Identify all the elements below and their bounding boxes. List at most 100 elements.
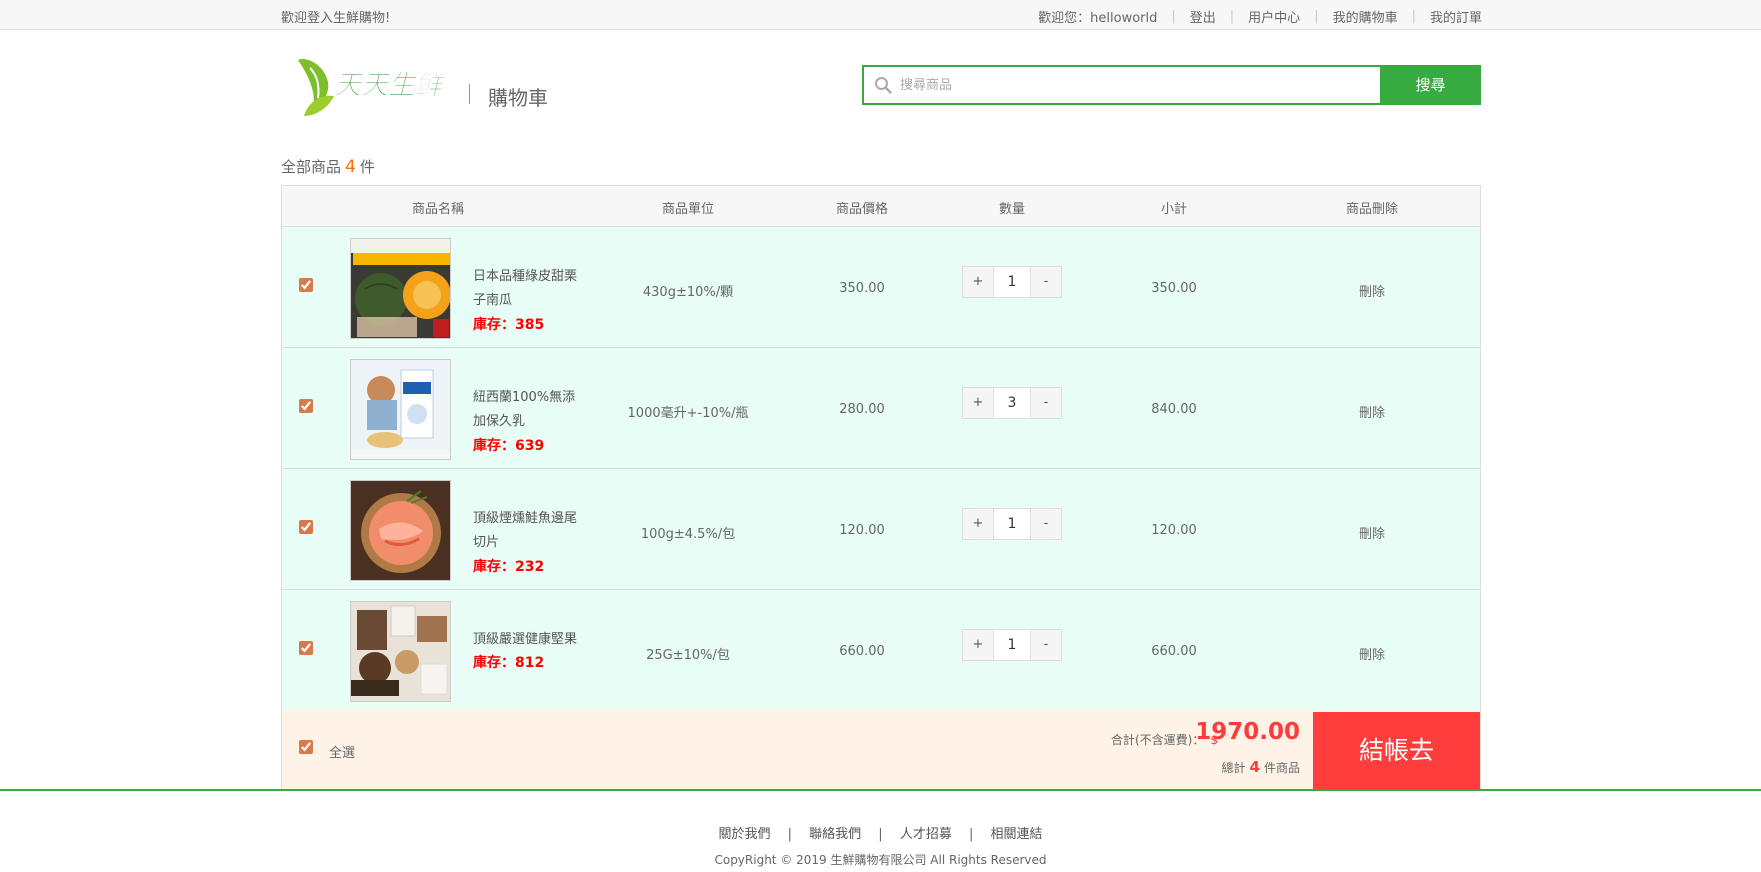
total-count: 總計 4 件商品 (1221, 758, 1300, 776)
footer-link-careers[interactable]: 人才招募 (900, 827, 952, 842)
footer-divider (0, 789, 1761, 791)
product-stock: 庫存：639 (473, 438, 545, 454)
table-row: 紐西蘭100%無添加保久乳 庫存：639 1000毫升+-10%/瓶 280.0… (282, 348, 1480, 469)
product-subtotal: 350.00 (1151, 281, 1197, 296)
product-unit: 1000毫升+-10%/瓶 (627, 406, 749, 421)
column-header: 商品刪除 (1345, 202, 1399, 217)
cart-item-count: 全部商品 4 件 (281, 156, 375, 177)
product-price: 350.00 (839, 281, 885, 296)
separator: | (968, 827, 974, 842)
search-input[interactable] (900, 67, 1370, 103)
top-links: 歡迎您：helloworld | 登出 | 用户中心 | 我的購物車 | 我的訂… (1038, 7, 1482, 26)
search-box (862, 65, 1382, 105)
quantity-stepper: + - (962, 387, 1062, 419)
product-image-pumpkin[interactable] (350, 238, 451, 339)
page-title: 購物車 (488, 86, 548, 110)
my-cart-link[interactable]: 我的購物車 (1333, 7, 1398, 26)
welcome-text: 歡迎登入生鮮購物! (281, 11, 391, 26)
column-header: 商品價格 (835, 202, 889, 217)
footer-link-contact[interactable]: 聯絡我們 (809, 827, 861, 842)
qty-input[interactable] (994, 387, 1030, 419)
quantity-stepper: + - (962, 266, 1062, 298)
footer-link-related[interactable]: 相關連結 (991, 827, 1043, 842)
user-center-link[interactable]: 用户中心 (1248, 7, 1300, 26)
product-name[interactable]: 頂級煙燻鮭魚邊尾切片 (473, 507, 585, 555)
cart-table: 商品名稱 商品單位 商品價格 數量 小計 商品刪除 日本品種綠皮甜栗子南瓜 庫存… (281, 185, 1481, 711)
column-header: 商品單位 (661, 202, 715, 217)
copyright-text: CopyRight © 2019 生鮮購物有限公司 All Rights Res… (714, 853, 1047, 867)
product-stock: 庫存：232 (473, 559, 545, 575)
product-unit: 430g±10%/顆 (642, 285, 734, 300)
site-logo[interactable]: 天天生鲜 (294, 54, 450, 120)
qty-plus-button[interactable]: + (962, 266, 994, 298)
qty-minus-button[interactable]: - (1030, 387, 1062, 419)
cart-summary: 全選 合計(不含運費)： $ 1970.00 總計 4 件商品 (281, 710, 1481, 790)
product-price: 120.00 (839, 523, 885, 538)
column-header: 商品名稱 (411, 202, 465, 217)
qty-input[interactable] (994, 629, 1030, 661)
separator: | (1171, 9, 1176, 24)
separator: | (787, 827, 792, 842)
qty-minus-button[interactable]: - (1030, 629, 1062, 661)
count-prefix: 全部商品 (281, 158, 342, 176)
table-row: 頂級煙燻鮭魚邊尾切片 庫存：232 100g±4.5%/包 120.00 + -… (282, 469, 1480, 590)
column-header: 小計 (1160, 202, 1188, 217)
table-header: 商品名稱 商品單位 商品價格 數量 小計 商品刪除 (282, 186, 1480, 227)
separator: | (1229, 9, 1235, 24)
total-amount: 1970.00 (1195, 719, 1300, 745)
product-name[interactable]: 紐西蘭100%無添加保久乳 (473, 386, 585, 434)
separator: | (1314, 9, 1319, 24)
delete-link[interactable]: 刪除 (1359, 644, 1385, 663)
logout-link[interactable]: 登出 (1190, 7, 1216, 26)
product-unit: 100g±4.5%/包 (640, 527, 736, 542)
delete-link[interactable]: 刪除 (1359, 281, 1385, 300)
separator: | (1411, 9, 1416, 24)
product-image-salmon[interactable] (350, 480, 451, 581)
table-row: 頂級嚴選健康堅果 庫存：812 25G±10%/包 660.00 + - 660… (282, 590, 1480, 711)
qty-plus-button[interactable]: + (962, 508, 994, 540)
column-header: 數量 (998, 202, 1026, 217)
product-stock: 庫存：812 (473, 655, 545, 671)
qty-input[interactable] (994, 508, 1030, 540)
qty-input[interactable] (994, 266, 1030, 298)
select-all-checkbox[interactable] (299, 740, 313, 754)
product-subtotal: 660.00 (1151, 644, 1197, 659)
item-checkbox[interactable] (299, 641, 313, 655)
count-suffix: 件 (359, 158, 375, 176)
product-name[interactable]: 日本品種綠皮甜栗子南瓜 (473, 265, 585, 313)
select-all-label: 全選 (329, 746, 356, 761)
qty-plus-button[interactable]: + (962, 629, 994, 661)
top-bar: 歡迎登入生鮮購物! 歡迎您：helloworld | 登出 | 用户中心 | 我… (0, 0, 1761, 30)
product-name[interactable]: 頂級嚴選健康堅果 (473, 628, 585, 652)
count-number: 4 (345, 157, 356, 177)
delete-link[interactable]: 刪除 (1359, 523, 1385, 542)
table-row: 日本品種綠皮甜栗子南瓜 庫存：385 430g±10%/顆 350.00 + -… (282, 227, 1480, 348)
search-icon (874, 76, 892, 98)
item-checkbox[interactable] (299, 520, 313, 534)
user-greeting: 歡迎您：helloworld (1038, 11, 1158, 26)
svg-text:天天生鲜: 天天生鲜 (334, 70, 446, 101)
product-subtotal: 120.00 (1151, 523, 1197, 538)
product-stock: 庫存：385 (473, 317, 545, 333)
product-price: 660.00 (839, 644, 885, 659)
footer-link-about[interactable]: 關於我們 (718, 827, 770, 842)
item-checkbox[interactable] (299, 278, 313, 292)
product-price: 280.00 (839, 402, 885, 417)
logo-image: 天天生鲜 (298, 58, 446, 116)
search-button[interactable]: 搜尋 (1380, 65, 1481, 105)
separator: | (878, 827, 883, 842)
qty-minus-button[interactable]: - (1030, 266, 1062, 298)
quantity-stepper: + - (962, 629, 1062, 661)
product-unit: 25G±10%/包 (646, 648, 730, 663)
product-image-milk[interactable] (350, 359, 451, 460)
footer-links: 關於我們 | 聯絡我們 | 人才招募 | 相關連結 (0, 823, 1761, 842)
delete-link[interactable]: 刪除 (1359, 402, 1385, 421)
item-checkbox[interactable] (299, 399, 313, 413)
product-image-nuts[interactable] (350, 601, 451, 702)
checkout-button[interactable]: 結帳去 (1313, 712, 1480, 790)
qty-minus-button[interactable]: - (1030, 508, 1062, 540)
product-subtotal: 840.00 (1151, 402, 1197, 417)
my-orders-link[interactable]: 我的訂單 (1430, 7, 1482, 26)
quantity-stepper: + - (962, 508, 1062, 540)
qty-plus-button[interactable]: + (962, 387, 994, 419)
